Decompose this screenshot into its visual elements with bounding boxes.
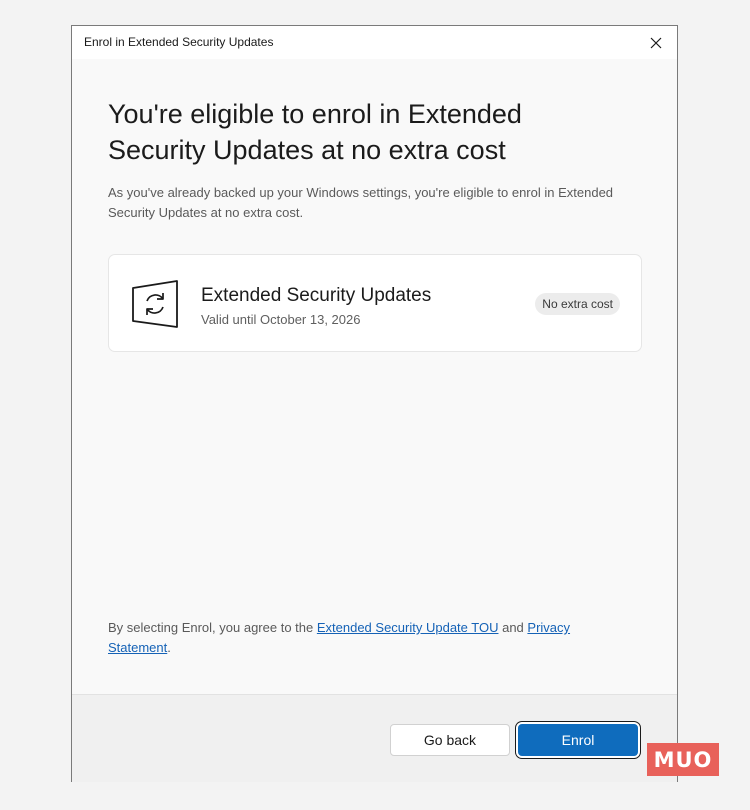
status-badge: No extra cost bbox=[535, 293, 620, 315]
dialog-footer: Go back Enrol bbox=[72, 694, 677, 782]
legal-middle: and bbox=[498, 620, 528, 635]
tou-link[interactable]: Extended Security Update TOU bbox=[317, 620, 499, 635]
card-title: Extended Security Updates bbox=[201, 285, 432, 306]
muo-watermark-logo: MUO bbox=[647, 743, 719, 776]
watermark-text: MUO bbox=[653, 747, 713, 772]
enrol-dialog: Enrol in Extended Security Updates You'r… bbox=[71, 25, 678, 782]
windows-update-sync-icon bbox=[132, 280, 178, 328]
enrol-button[interactable]: Enrol bbox=[518, 724, 638, 756]
page-title: You're eligible to enrol in Extended Sec… bbox=[108, 99, 522, 165]
legal-suffix: . bbox=[167, 640, 171, 655]
card-valid-until: Valid until October 13, 2026 bbox=[201, 312, 361, 327]
close-button[interactable] bbox=[645, 32, 667, 54]
go-back-button[interactable]: Go back bbox=[390, 724, 510, 756]
window-title: Enrol in Extended Security Updates bbox=[84, 35, 274, 49]
eligibility-description: As you've already backed up your Windows… bbox=[108, 185, 614, 220]
esu-offer-card: Extended Security Updates Valid until Oc… bbox=[108, 254, 642, 352]
legal-notice: By selecting Enrol, you agree to the Ext… bbox=[108, 618, 628, 658]
legal-prefix: By selecting Enrol, you agree to the bbox=[108, 620, 317, 635]
close-icon bbox=[650, 37, 662, 49]
title-bar: Enrol in Extended Security Updates bbox=[72, 26, 677, 59]
